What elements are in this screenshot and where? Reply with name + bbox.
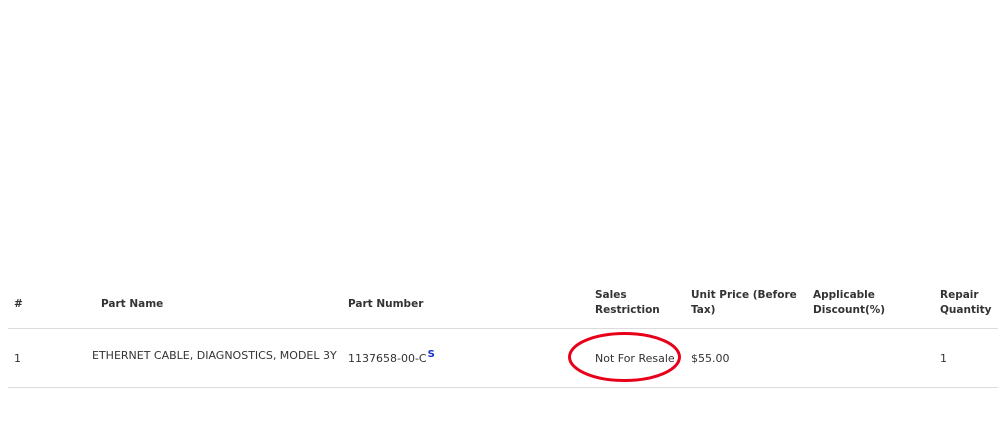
header-sales-restriction-line2: Restriction bbox=[595, 304, 660, 316]
header-sales-restriction-line1: Sales bbox=[595, 289, 627, 301]
header-repair-quantity-line1: Repair bbox=[940, 289, 979, 301]
header-unit-price: Unit Price (Before Tax) bbox=[691, 288, 797, 318]
header-discount: Applicable Discount(%) bbox=[813, 288, 885, 318]
header-discount-line2: Discount(%) bbox=[813, 304, 886, 316]
row-unit-price: $55.00 bbox=[691, 352, 730, 365]
header-unit-price-line1: Unit Price (Before bbox=[691, 289, 797, 301]
table-header-row: # Part Name Part Number Sales Restrictio… bbox=[8, 277, 998, 329]
row-index: 1 bbox=[14, 352, 21, 365]
row-part-name: ETHERNET CABLE, DIAGNOSTICS, MODEL 3Y bbox=[92, 349, 337, 362]
header-unit-price-line2: Tax) bbox=[691, 304, 716, 316]
row-part-number: 1137658-00-CS bbox=[348, 349, 435, 367]
header-part-name: Part Name bbox=[101, 298, 164, 310]
table-row: 1 ETHERNET CABLE, DIAGNOSTICS, MODEL 3Y … bbox=[8, 329, 998, 388]
header-part-number: Part Number bbox=[348, 298, 424, 310]
header-repair-quantity: Repair Quantity bbox=[940, 288, 991, 318]
row-repair-quantity: 1 bbox=[940, 352, 947, 365]
row-sales-restriction: Not For Resale bbox=[595, 352, 675, 365]
parts-table: # Part Name Part Number Sales Restrictio… bbox=[8, 277, 998, 388]
part-number-flag-link[interactable]: S bbox=[428, 349, 435, 360]
header-index: # bbox=[14, 298, 23, 310]
part-number-value: 1137658-00-C bbox=[348, 352, 427, 365]
header-repair-quantity-line2: Quantity bbox=[940, 304, 992, 316]
page: # Part Name Part Number Sales Restrictio… bbox=[0, 0, 1000, 429]
header-sales-restriction: Sales Restriction bbox=[595, 288, 660, 318]
header-discount-line1: Applicable bbox=[813, 289, 875, 301]
